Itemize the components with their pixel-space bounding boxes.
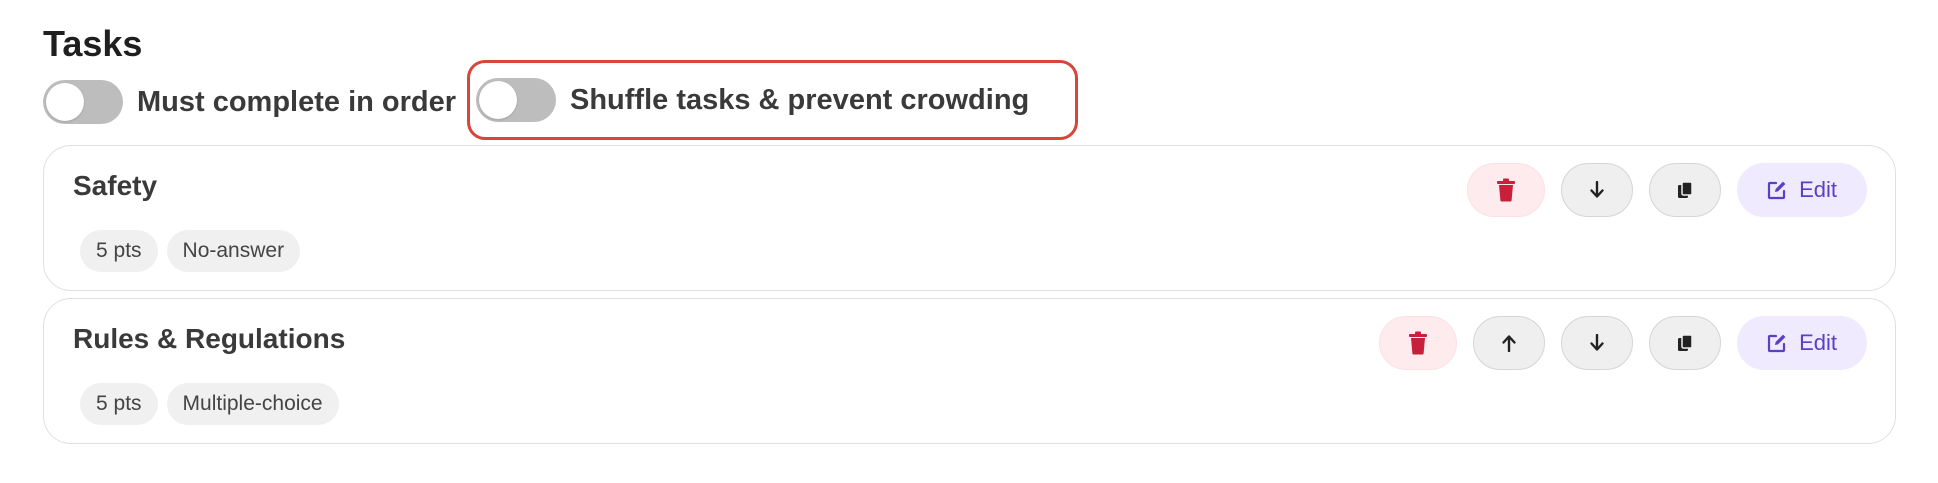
task-card-safety: Safety 5 pts No-answer Edit (43, 145, 1896, 291)
trash-icon (1409, 331, 1428, 355)
duplicate-task-button[interactable] (1649, 163, 1722, 217)
arrow-up-icon (1502, 335, 1516, 352)
task-badges: 5 pts Multiple-choice (80, 383, 339, 425)
trash-icon (1497, 178, 1516, 202)
copy-icon (1678, 181, 1693, 198)
move-up-button[interactable] (1473, 316, 1546, 370)
edit-icon (1767, 181, 1786, 200)
edit-label: Edit (1799, 177, 1837, 202)
toggle-must-complete-in-order[interactable]: Must complete in order (43, 80, 456, 124)
shuffle-tasks-label: Shuffle tasks & prevent crowding (570, 83, 1030, 116)
points-badge: 5 pts (80, 383, 158, 425)
task-name: Rules & Regulations (73, 323, 346, 354)
section-title: Tasks (43, 23, 143, 64)
tasks-page: Tasks Must complete in order Shuffle tas… (0, 0, 1938, 483)
must-complete-in-order-label: Must complete in order (137, 85, 457, 118)
arrow-down-icon (1590, 181, 1604, 198)
delete-task-button[interactable] (1379, 316, 1458, 370)
delete-task-button[interactable] (1467, 163, 1546, 217)
edit-task-button[interactable]: Edit (1737, 316, 1867, 370)
type-badge: No-answer (166, 230, 301, 272)
task-actions: Edit (1379, 316, 1867, 370)
toggle-row: Must complete in order Shuffle tasks & p… (43, 60, 1078, 140)
arrow-down-icon (1590, 334, 1604, 351)
task-name: Safety (73, 170, 158, 201)
edit-task-button[interactable]: Edit (1737, 163, 1867, 217)
copy-icon (1678, 334, 1693, 351)
task-card-rules-regulations: Rules & Regulations 5 pts Multiple-choic… (43, 298, 1896, 444)
shuffle-tasks-switch[interactable] (476, 78, 556, 122)
task-actions: Edit (1467, 163, 1867, 217)
move-down-button[interactable] (1561, 163, 1634, 217)
toggle-shuffle-tasks[interactable]: Shuffle tasks & prevent crowding (467, 60, 1078, 140)
edit-icon (1767, 334, 1786, 353)
task-badges: 5 pts No-answer (80, 230, 301, 272)
edit-label: Edit (1799, 330, 1837, 355)
duplicate-task-button[interactable] (1649, 316, 1722, 370)
switch-knob (479, 81, 517, 119)
switch-knob (46, 83, 84, 121)
points-badge: 5 pts (80, 230, 158, 272)
must-complete-in-order-switch[interactable] (43, 80, 123, 124)
move-down-button[interactable] (1561, 316, 1634, 370)
type-badge: Multiple-choice (166, 383, 339, 425)
